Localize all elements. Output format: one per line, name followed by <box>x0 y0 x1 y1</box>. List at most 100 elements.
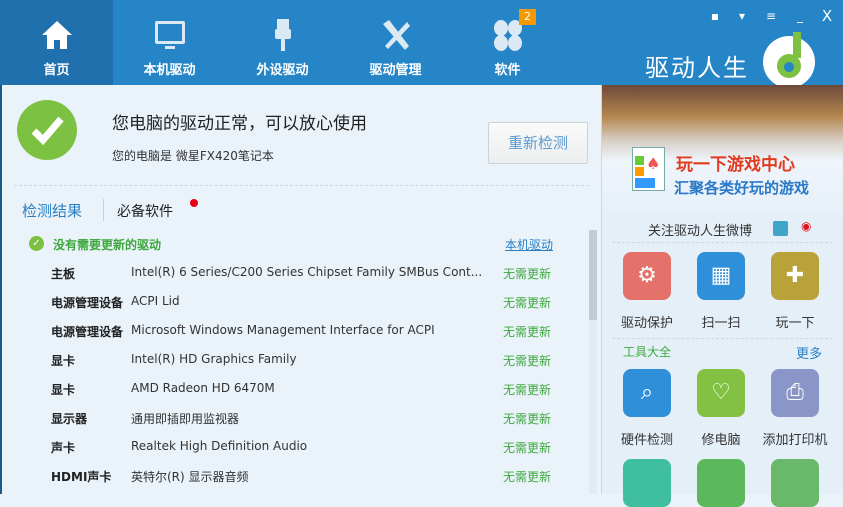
tool-label: 硬件检测 <box>620 433 673 448</box>
driver-row[interactable]: 电源管理设备 ACPI Lid 无需更新 <box>2 294 582 318</box>
divider <box>612 242 833 243</box>
scrollbar-thumb[interactable] <box>589 230 597 320</box>
banner-title: 玩一下游戏中心 <box>676 155 795 175</box>
divider <box>612 338 833 339</box>
play-game-icon: ✚ <box>771 252 819 300</box>
tab-label: 首页 <box>43 63 70 78</box>
skin-icon[interactable]: ▾ <box>734 8 750 24</box>
driver-status: 无需更新 <box>503 296 552 310</box>
driver-category: 声卡 <box>51 441 76 455</box>
driver-status: 无需更新 <box>503 354 552 368</box>
driver-row[interactable]: 显卡 Intel(R) HD Graphics Family 无需更新 <box>2 352 582 376</box>
driver-status: 无需更新 <box>503 412 552 426</box>
banner-subtitle: 汇聚各类好玩的游戏 <box>674 179 810 197</box>
tab-peripheral-drivers[interactable]: 外设驱动 <box>226 0 339 85</box>
driver-protect-button[interactable]: ⚙ 驱动保护 <box>612 252 682 331</box>
driver-category: 显卡 <box>51 354 76 368</box>
tab-label: 外设驱动 <box>256 63 309 78</box>
computer-model: 您的电脑是 微星FX420笔记本 <box>112 149 274 163</box>
monitor-icon <box>155 21 185 49</box>
home-icon <box>42 21 72 49</box>
driver-name: AMD Radeon HD 6470M <box>131 381 275 395</box>
tab-label: 本机驱动 <box>143 63 196 78</box>
scan-button[interactable]: ▦ 扫一扫 <box>686 252 756 331</box>
tool-label: 修电脑 <box>701 433 741 448</box>
tools-title: 工具大全 <box>623 345 672 359</box>
driver-name: ACPI Lid <box>131 294 180 308</box>
play-game-button[interactable]: ✚ 玩一下 <box>760 252 830 331</box>
software-update-badge: 2 <box>519 9 536 25</box>
add-printer-icon: ⎙ <box>771 369 819 417</box>
scrollbar[interactable] <box>589 230 597 494</box>
tool-button[interactable] <box>760 459 830 507</box>
driver-name: 英特尔(R) 显示器音频 <box>131 470 249 484</box>
tencent-weibo-icon[interactable] <box>773 221 788 236</box>
tool-label: 玩一下 <box>775 316 815 331</box>
driver-category: HDMI声卡 <box>51 470 112 484</box>
driver-category: 显卡 <box>51 383 76 397</box>
scan-icon: ▦ <box>697 252 745 300</box>
driver-protect-icon: ⚙ <box>623 252 671 300</box>
tab-local-drivers[interactable]: 本机驱动 <box>113 0 226 85</box>
driver-category: 电源管理设备 <box>51 296 124 310</box>
recheck-button[interactable]: 重新检测 <box>488 122 588 164</box>
message-icon[interactable]: ▪ <box>707 8 723 24</box>
brand-name: 驱动人生 <box>645 54 749 82</box>
tool-label: 驱动保护 <box>620 316 673 331</box>
hardware-check-button[interactable]: ⌕ 硬件检测 <box>612 369 682 448</box>
tab-essential-software[interactable]: 必备软件 <box>117 201 173 221</box>
driver-row[interactable]: 电源管理设备 Microsoft Windows Management Inter… <box>2 323 582 347</box>
driver-status: 无需更新 <box>503 267 552 281</box>
tools-icon <box>383 20 410 50</box>
local-drivers-link[interactable]: 本机驱动 <box>505 236 553 253</box>
notification-dot <box>190 199 198 207</box>
follow-weibo-text: 关注驱动人生微博 <box>648 224 753 239</box>
driver-category: 电源管理设备 <box>51 325 124 339</box>
repair-pc-button[interactable]: ♡ 修电脑 <box>686 369 756 448</box>
driver-name: Intel(R) 6 Series/C200 Series Chipset Fa… <box>131 265 483 279</box>
status-ok-icon <box>17 100 77 160</box>
tab-detection-results[interactable]: 检测结果 <box>22 200 82 221</box>
add-printer-button[interactable]: ⎙ 添加打印机 <box>760 369 830 448</box>
sina-weibo-icon[interactable]: ◉ <box>801 219 819 235</box>
top-bar: 首页 本机驱动 外设驱动 驱动管理 软件 2 ▪ ▾ ≡ _ X 驱动人生 <box>0 0 843 88</box>
tab-label: 软件 <box>494 63 521 78</box>
tool-icon <box>623 459 671 507</box>
menu-icon[interactable]: ≡ <box>763 8 779 24</box>
tool-label: 扫一扫 <box>701 316 741 331</box>
minimize-icon[interactable]: _ <box>792 8 808 24</box>
driver-name: Intel(R) HD Graphics Family <box>131 352 297 366</box>
usb-icon <box>275 19 291 51</box>
tab-driver-management[interactable]: 驱动管理 <box>339 0 452 85</box>
sidebar: ♠ 玩一下游戏中心 汇聚各类好玩的游戏 关注驱动人生微博 ◉ ⚙ 驱动保护 ▦ 扫一扫… <box>601 85 843 507</box>
status-title: 您电脑的驱动正常，可以放心使用 <box>112 114 367 134</box>
repair-pc-icon: ♡ <box>697 369 745 417</box>
driver-row[interactable]: 声卡 Realtek High Definition Audio 无需更新 <box>2 439 582 463</box>
driver-category: 显示器 <box>51 412 88 426</box>
driver-status: 无需更新 <box>503 325 552 339</box>
tool-button[interactable] <box>612 459 682 507</box>
close-icon[interactable]: X <box>819 8 835 24</box>
tab-software[interactable]: 软件 <box>451 0 564 85</box>
driver-status: 无需更新 <box>503 441 552 455</box>
main-panel: 您电脑的驱动正常，可以放心使用 您的电脑是 微星FX420笔记本 重新检测 检测… <box>0 85 601 494</box>
summary-text: 没有需要更新的驱动 <box>53 238 162 252</box>
driver-row[interactable]: 显卡 AMD Radeon HD 6470M 无需更新 <box>2 381 582 405</box>
driver-row[interactable]: 显示器 通用即插即用监视器 无需更新 <box>2 410 582 434</box>
more-tools-link[interactable]: 更多 <box>796 343 822 362</box>
check-icon: ✓ <box>29 236 44 251</box>
driver-status: 无需更新 <box>503 383 552 397</box>
tab-home[interactable]: 首页 <box>0 0 113 85</box>
driver-row[interactable]: HDMI声卡 英特尔(R) 显示器音频 无需更新 <box>2 468 582 492</box>
driver-name: Realtek High Definition Audio <box>131 439 308 453</box>
divider <box>103 199 104 221</box>
driver-row[interactable]: 主板 Intel(R) 6 Series/C200 Series Chipset … <box>2 265 582 289</box>
tool-icon <box>771 459 819 507</box>
tool-label: 添加打印机 <box>762 433 828 448</box>
tab-label: 驱动管理 <box>369 63 422 78</box>
game-center-banner[interactable]: ♠ 玩一下游戏中心 汇聚各类好玩的游戏 <box>602 85 843 210</box>
driver-name: Microsoft Windows Management Interface f… <box>131 323 435 337</box>
tool-button[interactable] <box>686 459 756 507</box>
game-cards-icon: ♠ <box>632 147 665 191</box>
driver-category: 主板 <box>51 267 76 281</box>
